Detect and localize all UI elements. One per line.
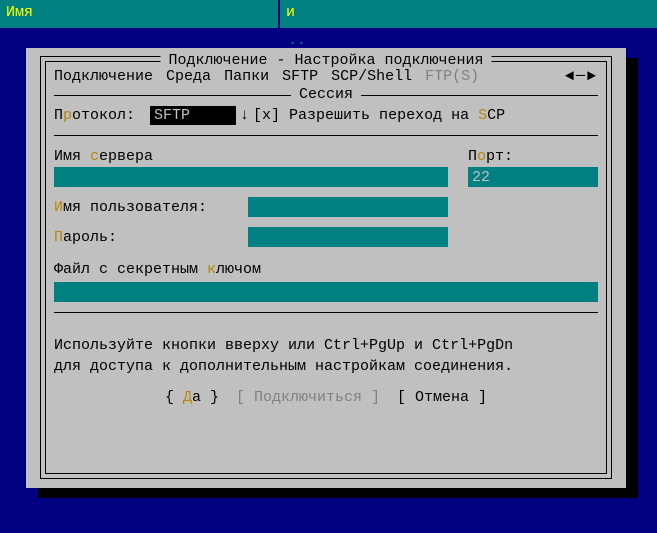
protocol-label: Протокол: — [54, 107, 150, 124]
username-label: Имя пользователя: — [54, 199, 234, 216]
allow-scp-checkbox[interactable]: [x] — [253, 107, 280, 124]
tab-environment[interactable]: Среда — [166, 68, 211, 85]
panel-header: Имя и — [0, 0, 657, 28]
keyfile-label: Файл с секретным ключом — [54, 261, 261, 278]
right-panel-title: и — [286, 4, 295, 21]
session-section-title: Сессия — [291, 86, 361, 103]
password-label: Пароль: — [54, 229, 234, 246]
tab-sftp[interactable]: SFTP — [282, 68, 318, 85]
host-input[interactable] — [54, 167, 448, 187]
username-input[interactable] — [248, 197, 448, 217]
connect-button: [ Подключиться ] — [236, 389, 380, 406]
allow-scp-label: Разрешить переход на SCP — [280, 107, 505, 124]
hint-text: Используйте кнопки вверху или Ctrl+PgUp … — [46, 325, 606, 383]
left-panel-title: Имя — [6, 4, 33, 21]
tab-next-icon[interactable]: ► — [587, 68, 596, 85]
separator-line — [54, 135, 598, 136]
dialog-tabs: Подключение Среда Папки SFTP SCP/Shell F… — [54, 68, 483, 85]
tab-prev-icon[interactable]: ◄ — [565, 68, 574, 85]
dropdown-arrow-icon[interactable]: ↓ — [240, 107, 249, 124]
ok-button[interactable]: { Да } — [165, 389, 219, 406]
port-input[interactable] — [468, 167, 598, 187]
password-input[interactable] — [248, 227, 448, 247]
cancel-button[interactable]: [ Отмена ] — [397, 389, 487, 406]
tab-ftps: FTP(S) — [425, 68, 479, 85]
port-label: Порт: — [468, 148, 598, 165]
connection-dialog: Подключение - Настройка подключения Подк… — [26, 48, 626, 488]
tab-folders[interactable]: Папки — [224, 68, 269, 85]
separator-line-2 — [54, 312, 598, 313]
tab-scpshell[interactable]: SCP/Shell — [331, 68, 412, 85]
protocol-select[interactable]: SFTP — [150, 106, 236, 125]
tab-arrows: ◄─► — [563, 68, 598, 85]
host-label: Имя сервера — [54, 148, 448, 165]
dialog-title: Подключение - Настройка подключения — [160, 52, 491, 69]
keyfile-input[interactable] — [54, 282, 598, 302]
tab-connection[interactable]: Подключение — [54, 68, 153, 85]
dialog-buttons: { Да } [ Подключиться ] [ Отмена ] — [46, 383, 606, 412]
